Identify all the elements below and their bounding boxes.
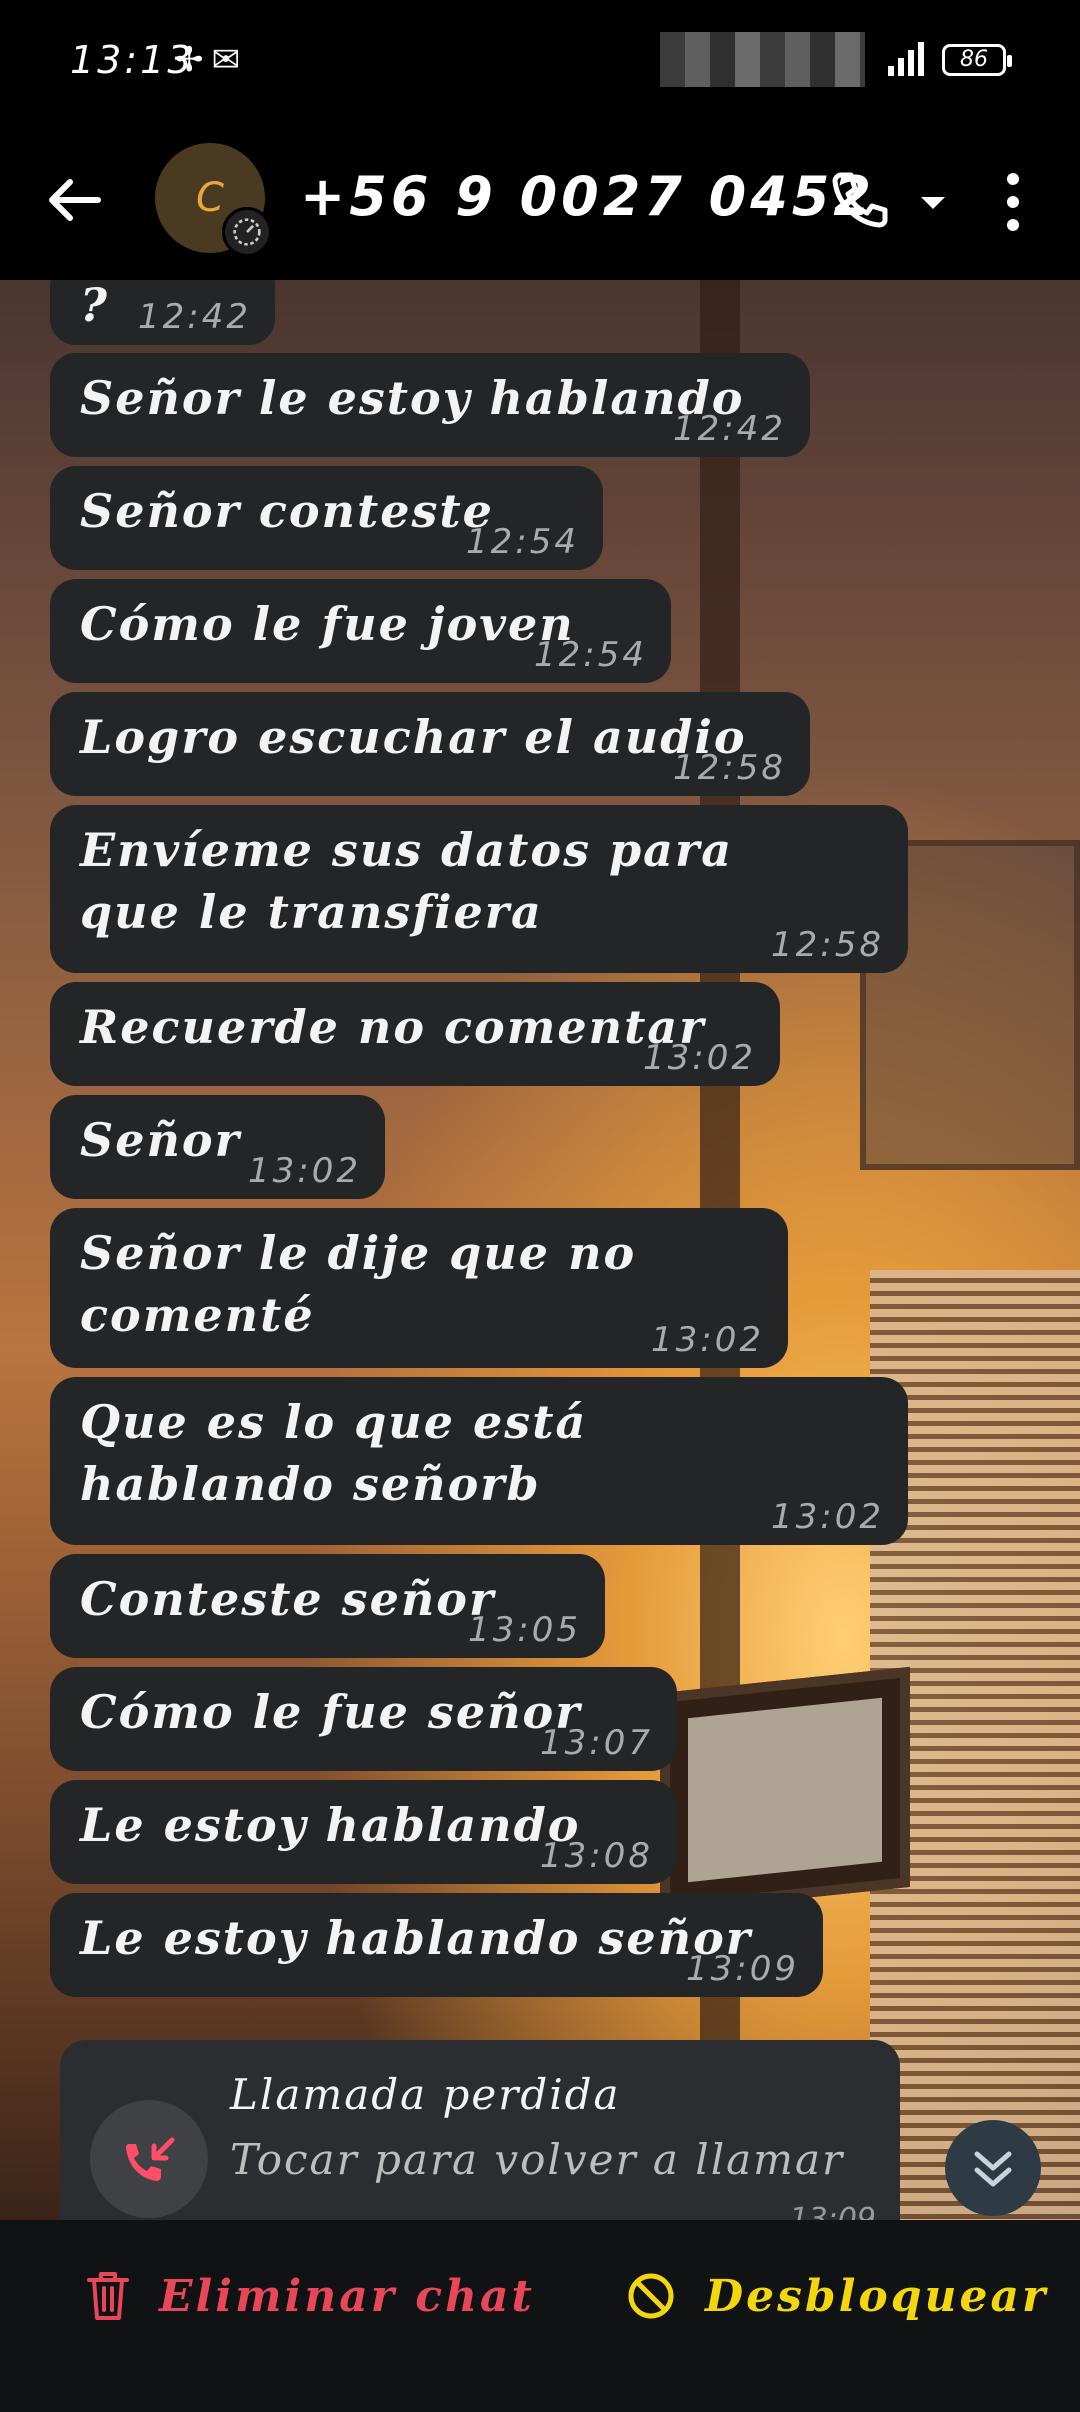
message-bubble[interactable]: Cómo le fue joven 12:54 (50, 579, 671, 683)
message-time: 13:02 (771, 1497, 884, 1537)
fan-icon: ✢ (175, 40, 204, 80)
trash-icon (87, 2272, 129, 2320)
more-options-icon[interactable] (995, 167, 1031, 237)
double-chevron-down-icon (974, 2151, 1012, 2187)
message-time: 12:58 (673, 748, 786, 788)
message-bubble[interactable]: Señor 13:02 (50, 1095, 385, 1199)
status-bar: 13:13 ✢ ✉ 86 (0, 0, 1080, 125)
message-time: 13:07 (540, 1723, 653, 1763)
message-time: 12:58 (771, 925, 884, 965)
scroll-to-bottom-button[interactable] (945, 2120, 1041, 2216)
blocked-actions-bar: Eliminar chat Desbloquear (0, 2220, 1080, 2412)
message-bubble[interactable]: Señor le dije que no comenté 13:02 (50, 1208, 788, 1368)
mail-icon: ✉ (211, 40, 241, 80)
block-icon (628, 2273, 674, 2319)
chevron-down-icon[interactable] (915, 185, 951, 221)
wallpaper-monitor (660, 1666, 910, 1914)
message-time: 12:42 (673, 409, 786, 449)
message-time: 13:02 (248, 1151, 361, 1191)
missed-call-time: 13:09 (789, 2202, 876, 2220)
delete-chat-label: Eliminar chat (159, 2270, 535, 2322)
disappearing-timer-icon (222, 207, 272, 257)
message-bubble[interactable]: Recuerde no comentar 13:02 (50, 982, 780, 1086)
status-notification-icons: ✢ ✉ (175, 40, 240, 80)
missed-call-subtitle: Tocar para volver a llamar (230, 2135, 845, 2184)
signal-icon (888, 38, 928, 76)
message-bubble[interactable]: Señor conteste 12:54 (50, 466, 603, 570)
missed-call-card[interactable]: Llamada perdida Tocar para volver a llam… (60, 2040, 900, 2220)
message-time: 12:54 (534, 635, 647, 675)
message-time: 12:42 (138, 297, 251, 337)
message-bubble[interactable]: Conteste señor 13:05 (50, 1554, 605, 1658)
message-bubble[interactable]: Envíeme sus datos para que le transfiera… (50, 805, 908, 973)
message-time: 13:02 (643, 1038, 756, 1078)
message-time: 13:02 (651, 1320, 764, 1360)
message-text: Envíeme sus datos para que le transfiera (80, 823, 734, 939)
message-bubble[interactable]: Señor le estoy hablando 12:42 (50, 353, 810, 457)
contact-name[interactable]: +56 9 0027 0452 (300, 165, 875, 228)
back-arrow-icon[interactable] (40, 165, 110, 235)
message-time: 13:09 (686, 1949, 799, 1989)
missed-call-icon (126, 2137, 175, 2181)
delete-chat-button[interactable]: Eliminar chat (85, 2270, 535, 2322)
message-bubble[interactable]: Que es lo que está hablando señorb 13:02 (50, 1377, 908, 1545)
phone-icon[interactable] (825, 165, 895, 235)
status-blurred-area (660, 32, 865, 87)
message-time: 12:54 (466, 522, 579, 562)
message-bubble[interactable]: ? 12:42 (50, 280, 275, 345)
chat-header: C +56 9 0027 0452 (0, 125, 1080, 280)
message-time: 13:08 (540, 1836, 653, 1876)
unblock-label: Desbloquear (705, 2270, 1049, 2322)
message-bubble[interactable]: Le estoy hablando señor 13:09 (50, 1893, 823, 1997)
message-text: Que es lo que está hablando señorb (80, 1395, 588, 1511)
message-bubble[interactable]: Cómo le fue señor 13:07 (50, 1667, 677, 1771)
message-bubble[interactable]: Le estoy hablando 13:08 (50, 1780, 677, 1884)
unblock-button[interactable]: Desbloquear (625, 2270, 1048, 2322)
chat-area[interactable]: ? 12:42 Señor le estoy hablando 12:42 Se… (0, 280, 1080, 2220)
battery-icon: 86 (942, 44, 1012, 76)
missed-call-icon-wrapper (90, 2100, 208, 2218)
message-time: 13:05 (468, 1610, 581, 1650)
message-bubble[interactable]: Logro escuchar el audio 12:58 (50, 692, 810, 796)
missed-call-title: Llamada perdida (230, 2070, 621, 2119)
